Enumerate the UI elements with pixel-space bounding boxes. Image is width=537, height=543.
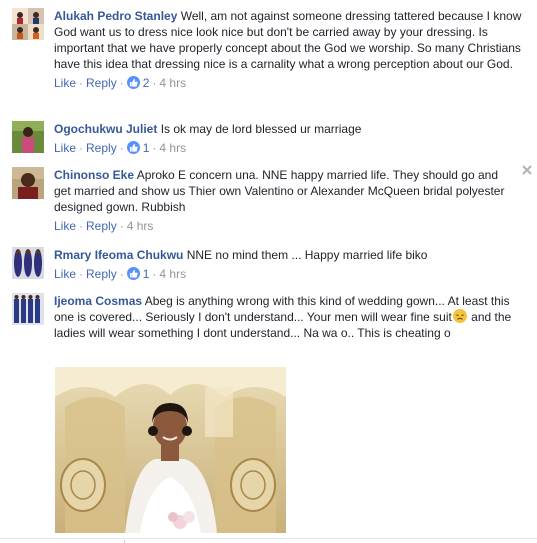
divider (0, 538, 537, 543)
thumbs-up-icon (126, 267, 140, 280)
comment-time[interactable]: 4 hrs (159, 76, 186, 90)
comment-text: NNE no mind them ... Happy married life … (186, 248, 428, 262)
reply-link[interactable]: Reply (86, 76, 117, 90)
like-count[interactable]: 1 (126, 266, 149, 282)
like-count[interactable]: 2 (126, 75, 149, 91)
close-icon[interactable] (521, 164, 533, 176)
comment-actions: Like · Reply · 1 · 4 hrs (54, 266, 187, 282)
like-link[interactable]: Like (54, 141, 76, 155)
like-link[interactable]: Like (54, 219, 76, 233)
comment-author[interactable]: Rmary Ifeoma Chukwu (54, 248, 183, 262)
comment-text: Is ok may de lord blessed ur marriage (160, 122, 362, 136)
avatar[interactable] (12, 167, 44, 199)
comment-time[interactable]: 4 hrs (127, 219, 154, 233)
comment-actions: Like · Reply · 2 · 4 hrs (54, 75, 187, 91)
comment-author[interactable]: Ogochukwu Juliet (54, 122, 157, 136)
comment-author[interactable]: Chinonso Eke (54, 168, 134, 182)
reply-link[interactable]: Reply (86, 219, 117, 233)
thumbs-up-icon (126, 141, 140, 154)
comment-actions: Like · Reply · 4 hrs (54, 219, 154, 233)
comment-time[interactable]: 4 hrs (159, 267, 186, 281)
like-link[interactable]: Like (54, 76, 76, 90)
wedding-photo[interactable] (55, 367, 286, 533)
avatar[interactable] (12, 247, 44, 279)
comment-author[interactable]: Alukah Pedro Stanley (54, 9, 177, 23)
reply-link[interactable]: Reply (86, 141, 117, 155)
comment-actions: Like · Reply · 1 · 4 hrs (54, 140, 187, 156)
avatar[interactable] (12, 293, 44, 325)
like-count[interactable]: 1 (126, 140, 149, 156)
reply-link[interactable]: Reply (86, 267, 117, 281)
disappointed-face-icon (452, 309, 467, 323)
thumbs-up-icon (126, 76, 140, 89)
avatar[interactable] (12, 121, 44, 153)
comment-time[interactable]: 4 hrs (159, 141, 186, 155)
avatar[interactable] (12, 8, 44, 40)
like-link[interactable]: Like (54, 267, 76, 281)
comment-author[interactable]: Ijeoma Cosmas (54, 294, 142, 308)
